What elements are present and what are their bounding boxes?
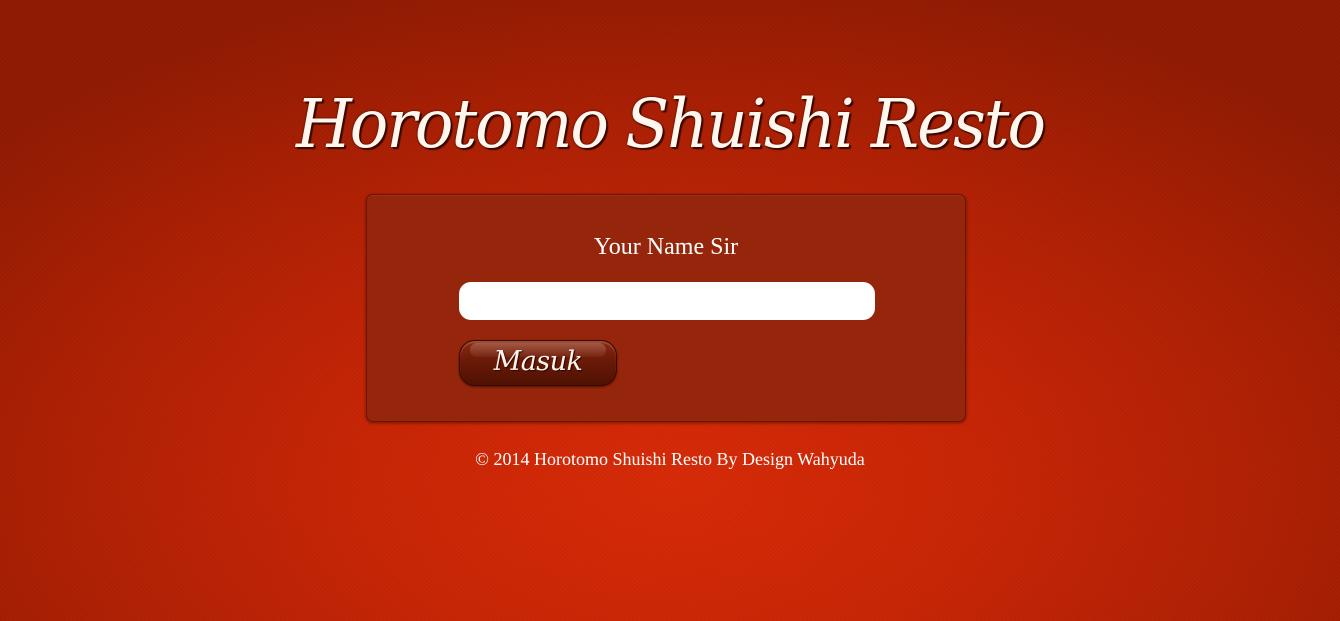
masuk-button-label: Masuk — [493, 346, 583, 377]
name-input[interactable] — [459, 282, 875, 320]
name-label: Your Name Sir — [593, 234, 739, 260]
site-title: Horotomo Shuishi Resto — [295, 86, 1046, 164]
masuk-button[interactable]: Masuk — [459, 340, 617, 386]
login-panel: Your Name Sir Masuk — [366, 194, 966, 422]
footer-copyright: © 2014 Horotomo Shuishi Resto By Design … — [475, 449, 865, 469]
